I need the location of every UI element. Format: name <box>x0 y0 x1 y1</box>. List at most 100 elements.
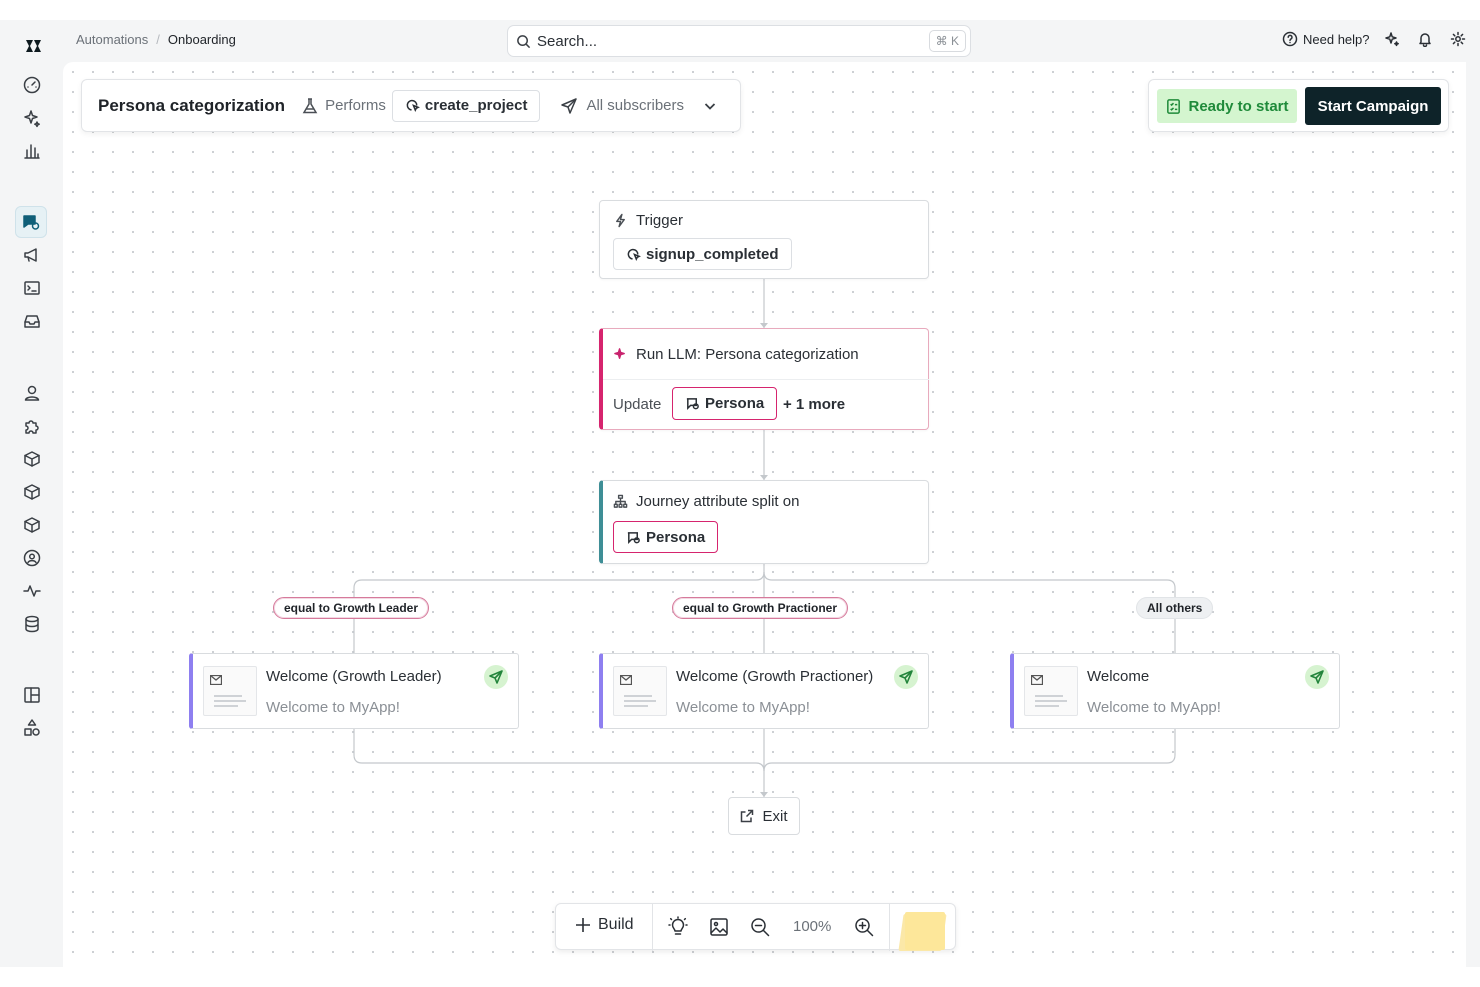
attribute-icon <box>627 531 640 544</box>
audience-selector[interactable]: All subscribers <box>560 97 684 115</box>
settings-gear-icon[interactable] <box>1450 31 1468 49</box>
puzzle-icon[interactable] <box>19 413 45 439</box>
search-placeholder: Search... <box>537 32 598 50</box>
email-preview-thumbnail <box>1024 666 1078 716</box>
dashboard-icon[interactable] <box>19 72 45 98</box>
performs-label: Performs <box>325 97 386 114</box>
user-icon[interactable] <box>19 380 45 406</box>
send-status-icon <box>894 665 918 689</box>
message-title: Welcome (Growth Leader) <box>266 668 442 685</box>
zoom-in-icon[interactable] <box>853 916 875 938</box>
checklist-icon <box>1167 98 1181 114</box>
inbox-icon[interactable] <box>19 308 45 334</box>
ready-status-badge: Ready to start <box>1157 89 1297 123</box>
message-subject: Welcome to MyApp! <box>1087 699 1221 716</box>
build-button[interactable]: Build <box>574 916 634 934</box>
campaign-toolbar: Persona categorization Performs create_p… <box>81 79 741 132</box>
zoom-level: 100% <box>793 918 832 935</box>
message-subject: Welcome to MyApp! <box>676 699 810 716</box>
branch-condition-tag[interactable]: equal to Growth Leader <box>273 597 430 619</box>
activity-icon[interactable] <box>19 578 45 604</box>
trigger-event-chip[interactable]: signup_completed <box>613 238 792 270</box>
attribute-icon <box>686 398 699 410</box>
box-icon[interactable] <box>19 512 45 538</box>
logo-icon[interactable] <box>21 33 47 59</box>
search-input[interactable]: Search... ⌘ K <box>507 25 971 57</box>
llm-update-label: Update <box>613 396 662 413</box>
llm-header: Run LLM: Persona categorization <box>613 346 859 363</box>
shapes-icon[interactable] <box>19 715 45 741</box>
exit-node[interactable]: Exit <box>728 797 800 835</box>
box-icon[interactable] <box>19 446 45 472</box>
performs-event-chip[interactable]: create_project <box>391 89 541 122</box>
database-icon[interactable] <box>19 611 45 637</box>
message-title: Welcome (Growth Practioner) <box>676 668 874 685</box>
flask-icon <box>302 97 318 113</box>
split-attribute: Persona <box>646 528 706 546</box>
start-campaign-button[interactable]: Start Campaign <box>1305 87 1441 125</box>
event-cursor-icon <box>406 99 420 113</box>
hierarchy-icon <box>613 494 628 508</box>
llm-attribute-chip[interactable]: Persona <box>672 387 778 420</box>
email-preview-thumbnail <box>203 666 257 716</box>
external-link-icon <box>741 809 754 823</box>
branch-condition-tag[interactable]: equal to Growth Practioner <box>672 597 849 619</box>
llm-title: Run LLM: Persona categorization <box>636 346 859 363</box>
send-icon <box>561 97 578 114</box>
canvas-toolbar: Build 100% <box>555 903 956 951</box>
llm-node[interactable]: Run LLM: Persona categorization Update P… <box>599 328 929 430</box>
email-message-node[interactable]: Welcome Welcome to MyApp! <box>1010 653 1340 729</box>
plus-icon <box>576 918 590 932</box>
llm-divider <box>603 379 929 380</box>
journeys-icon[interactable] <box>15 206 47 238</box>
help-link[interactable]: Need help? <box>1282 31 1370 47</box>
campaign-status-panel: Ready to start Start Campaign <box>1148 79 1449 132</box>
lightning-icon <box>616 213 625 228</box>
split-attribute-chip[interactable]: Persona <box>613 521 719 553</box>
breadcrumb-root[interactable]: Automations <box>76 32 148 47</box>
envelope-icon <box>210 675 222 685</box>
bell-icon[interactable] <box>1417 31 1435 49</box>
image-icon[interactable] <box>708 916 730 938</box>
campaign-title[interactable]: Persona categorization <box>98 96 285 116</box>
sticky-note-icon[interactable] <box>905 912 945 950</box>
audience-label: All subscribers <box>586 97 684 114</box>
send-status-icon <box>1305 665 1329 689</box>
split-node[interactable]: Journey attribute split on Persona <box>599 480 929 564</box>
llm-attribute: Persona <box>705 395 765 412</box>
email-message-node[interactable]: Welcome (Growth Practioner) Welcome to M… <box>599 653 929 729</box>
chevron-down-icon[interactable] <box>702 98 718 114</box>
terminal-icon[interactable] <box>19 275 45 301</box>
sparkle-icon <box>614 348 625 359</box>
breadcrumb: Automations / Onboarding <box>76 32 236 47</box>
help-label: Need help? <box>1303 31 1370 47</box>
trigger-header: Trigger <box>613 212 683 229</box>
toolbar-divider <box>889 904 890 951</box>
email-preview-thumbnail <box>613 666 667 716</box>
analytics-icon[interactable] <box>19 138 45 164</box>
account-circle-icon[interactable] <box>19 545 45 571</box>
layout-icon[interactable] <box>19 682 45 708</box>
branch-condition-tag[interactable]: All others <box>1136 597 1214 619</box>
trigger-title: Trigger <box>636 212 683 229</box>
performs-label-group: Performs <box>301 97 386 115</box>
box-icon[interactable] <box>19 479 45 505</box>
performs-event: create_project <box>424 97 528 114</box>
trigger-event: signup_completed <box>646 245 779 263</box>
breadcrumb-current: Onboarding <box>167 32 236 47</box>
envelope-icon <box>1031 675 1043 685</box>
lightbulb-icon[interactable] <box>667 916 689 938</box>
message-title: Welcome <box>1087 668 1150 685</box>
sparkle-icon[interactable] <box>19 105 45 131</box>
ai-sparkle-icon[interactable] <box>1384 31 1402 49</box>
email-message-node[interactable]: Welcome (Growth Leader) Welcome to MyApp… <box>189 653 519 729</box>
search-shortcut: ⌘ K <box>928 30 966 52</box>
split-title: Journey attribute split on <box>636 493 800 510</box>
zoom-out-icon[interactable] <box>749 916 771 938</box>
llm-more-link[interactable]: + 1 more <box>783 396 845 413</box>
search-icon <box>517 34 531 48</box>
message-subject: Welcome to MyApp! <box>266 699 400 716</box>
megaphone-icon[interactable] <box>19 242 45 268</box>
trigger-node[interactable]: Trigger signup_completed <box>599 200 929 279</box>
toolbar-divider <box>652 904 653 951</box>
